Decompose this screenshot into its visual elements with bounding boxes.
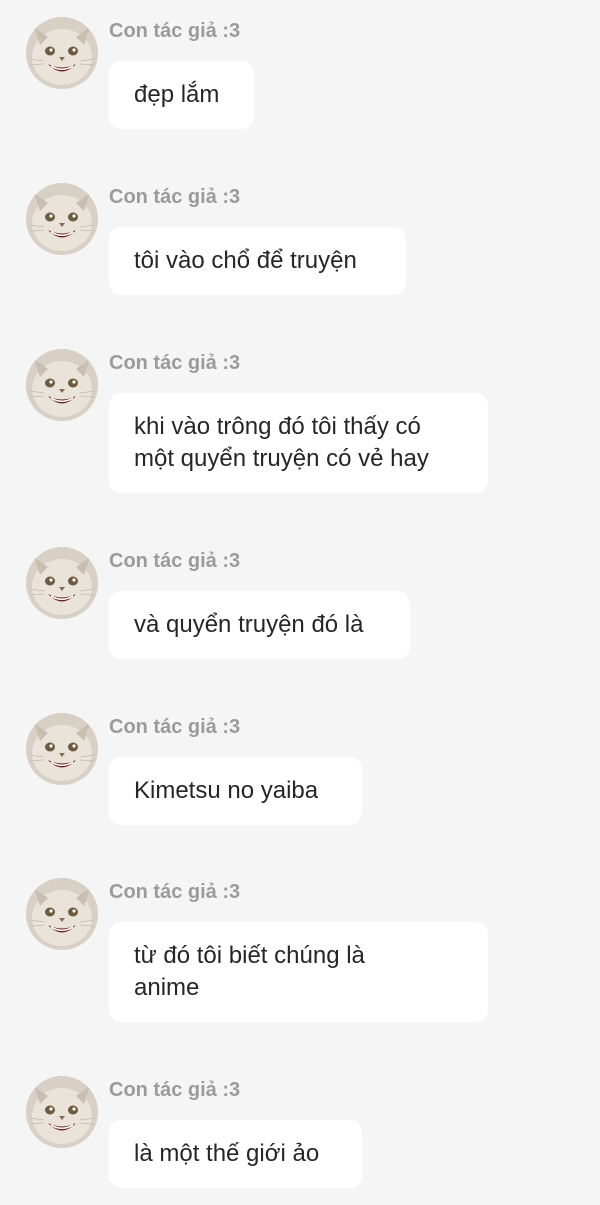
- message-text: là một thế giới ảo: [134, 1140, 320, 1167]
- sender-name: Con tác giả :3: [109, 716, 241, 738]
- sender-name: Con tác giả :3: [109, 20, 241, 42]
- message-bubble[interactable]: Kimetsu no yaiba: [109, 757, 362, 825]
- cat-face-avatar-icon[interactable]: [26, 17, 98, 89]
- cat-face-avatar-icon[interactable]: [26, 713, 98, 785]
- cat-face-avatar-icon[interactable]: [26, 1076, 98, 1148]
- message-text-line: một quyển truyện có vẻ hay: [134, 445, 429, 472]
- message-text: và quyển truyện đó là: [134, 611, 364, 638]
- sender-name: Con tác giả :3: [109, 352, 241, 374]
- message-bubble[interactable]: khi vào trông đó tôi thấy có một quyển t…: [109, 393, 488, 493]
- message-bubble[interactable]: từ đó tôi biết chúng là anime: [109, 922, 488, 1022]
- message-bubble[interactable]: là một thế giới ảo: [109, 1120, 362, 1188]
- message-text-line: khi vào trông đó tôi thấy có: [134, 413, 421, 440]
- sender-name: Con tác giả :3: [109, 550, 241, 572]
- cat-face-avatar-icon[interactable]: [26, 547, 98, 619]
- cat-face-avatar-icon[interactable]: [26, 878, 98, 950]
- cat-face-avatar-icon[interactable]: [26, 183, 98, 255]
- message-bubble[interactable]: và quyển truyện đó là: [109, 591, 410, 659]
- message-text-line: anime: [134, 974, 200, 1001]
- sender-name: Con tác giả :3: [109, 186, 241, 208]
- message-text: Kimetsu no yaiba: [134, 777, 319, 804]
- message-text: tôi vào chổ để truyện: [134, 247, 357, 274]
- sender-name: Con tác giả :3: [109, 1079, 241, 1101]
- message-text: đẹp lắm: [134, 81, 220, 108]
- message-bubble[interactable]: đẹp lắm: [109, 61, 254, 129]
- message-bubble[interactable]: tôi vào chổ để truyện: [109, 227, 406, 295]
- cat-face-avatar-icon[interactable]: [26, 349, 98, 421]
- sender-name: Con tác giả :3: [109, 881, 241, 903]
- message-text-line: từ đó tôi biết chúng là: [134, 942, 365, 969]
